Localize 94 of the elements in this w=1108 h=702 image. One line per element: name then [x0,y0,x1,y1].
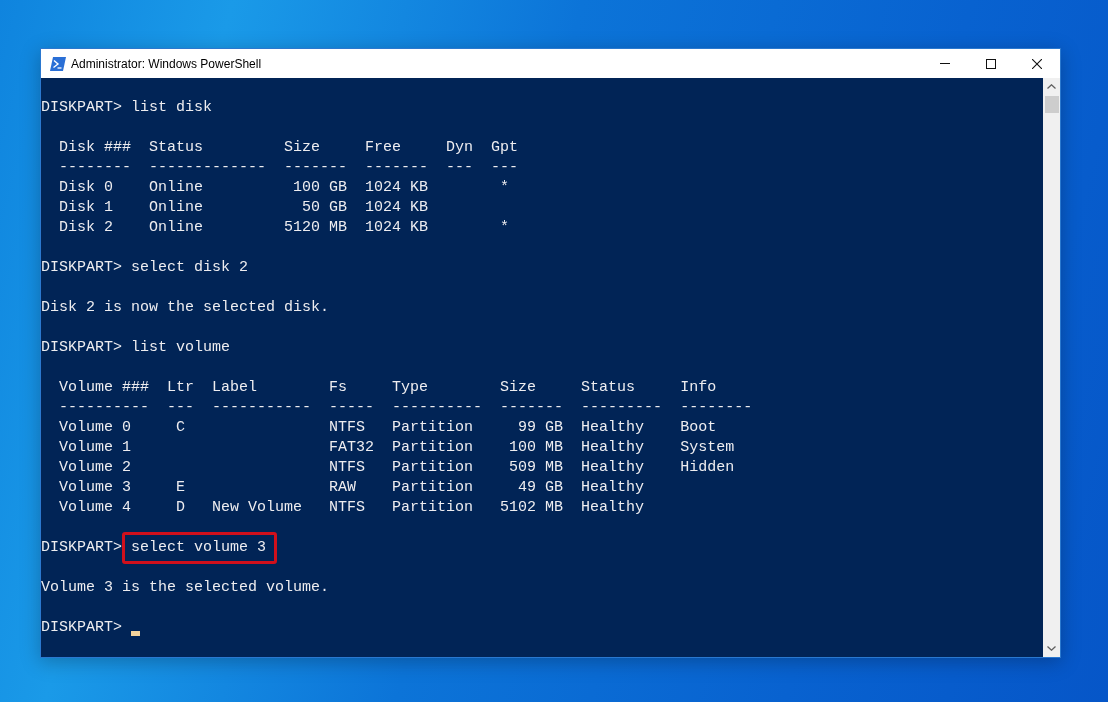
table-cell: New Volume [212,498,303,518]
column-header: Size [284,138,322,158]
table-cell: Partition [392,418,474,438]
column-rule: -------- [59,158,131,178]
command-text: select volume 3 [131,539,267,556]
terminal-icon [50,55,66,72]
column-rule: ------------- [149,158,267,178]
table-cell: Disk 2 [59,218,113,238]
prompt-text: DISKPART> [41,99,122,116]
column-rule: ------- [284,158,348,178]
column-header: Free [365,138,403,158]
table-cell: RAW [329,478,357,498]
table-cell: * [500,178,510,198]
table-cell: Volume 1 [59,438,131,458]
table-cell: System [680,438,735,458]
column-header: Gpt [491,138,519,158]
column-rule: ------- [365,158,429,178]
table-cell: 5120 MB [284,218,348,238]
column-rule: --- [491,158,519,178]
table-cell: 1024 KB [365,178,429,198]
scrollbar-thumb[interactable] [1044,96,1059,113]
column-rule: --- [167,398,195,418]
column-header: Type [392,378,430,398]
table-cell: Partition [392,458,474,478]
column-header: Label [212,378,259,398]
scrollbar[interactable] [1043,78,1060,657]
table-cell: E [176,478,186,498]
table-cell: 50 GB [302,198,348,218]
column-rule: -------- [680,398,753,418]
minimize-icon [940,63,950,64]
maximize-icon [986,58,996,69]
table-cell: Healthy [581,458,645,478]
table-cell: Healthy [581,478,645,498]
table-cell: Volume 3 [59,478,131,498]
column-rule: ---------- [392,398,483,418]
table-cell: Partition [392,438,474,458]
table-cell: Disk 1 [59,198,113,218]
table-cell: 1024 KB [365,198,429,218]
table-cell: FAT32 [329,438,375,458]
command-text: list volume [131,339,231,356]
column-header: Volume ### [59,378,149,398]
chevron-down-icon [1047,646,1056,651]
column-rule: ----- [329,398,375,418]
table-cell: * [500,218,510,238]
table-cell: Partition [392,478,474,498]
table-cell: Boot [680,418,717,438]
output-message: Volume 3 is the selected volume. [41,579,330,596]
table-cell: 100 GB [293,178,348,198]
table-cell: Partition [392,498,474,518]
prompt-text: DISKPART> [41,539,122,556]
column-header: Status [581,378,637,398]
close-icon [1032,58,1042,69]
prompt-text: DISKPART> [41,259,122,276]
column-rule: ------- [500,398,564,418]
prompt-text: DISKPART> [41,619,122,636]
table-cell: Volume 4 [59,498,131,518]
table-cell: 49 GB [518,478,564,498]
table-cell: Disk 0 [59,178,113,198]
table-cell: 1024 KB [365,218,429,238]
table-cell: NTFS [329,498,366,518]
command-text: list disk [131,99,213,116]
output-message: Disk 2 is now the selected disk. [41,299,330,316]
table-cell: Healthy [581,418,645,438]
table-cell: NTFS [329,418,366,438]
chevron-up-icon [1047,84,1056,89]
table-cell: Healthy [581,438,645,458]
table-cell: Online [149,218,204,238]
table-cell: Hidden [680,458,735,478]
table-cell: D [176,498,186,518]
window-title: Administrator: Windows PowerShell [71,56,262,71]
column-header: Fs [329,378,349,398]
table-cell: 5102 MB [500,498,564,518]
column-rule: --------- [581,398,663,418]
table-cell: 100 MB [509,438,564,458]
column-header: Dyn [446,138,474,158]
column-header: Info [680,378,718,398]
table-cell: Online [149,178,204,198]
prompt-text: DISKPART> [41,339,122,356]
column-header: Status [149,138,205,158]
table-cell: Online [149,198,204,218]
column-header: Ltr [167,378,195,398]
column-header: Disk ### [59,138,131,158]
column-header: Size [500,378,538,398]
table-cell: Volume 2 [59,458,131,478]
table-cell: 99 GB [518,418,564,438]
command-text: select disk 2 [131,259,249,276]
table-cell: C [176,418,186,438]
table-cell: Healthy [581,498,645,518]
table-cell: Volume 0 [59,418,131,438]
column-rule: --- [446,158,474,178]
column-rule: ---------- [59,398,149,418]
table-cell: 509 MB [509,458,564,478]
column-rule: ----------- [212,398,312,418]
table-cell: NTFS [329,458,366,478]
